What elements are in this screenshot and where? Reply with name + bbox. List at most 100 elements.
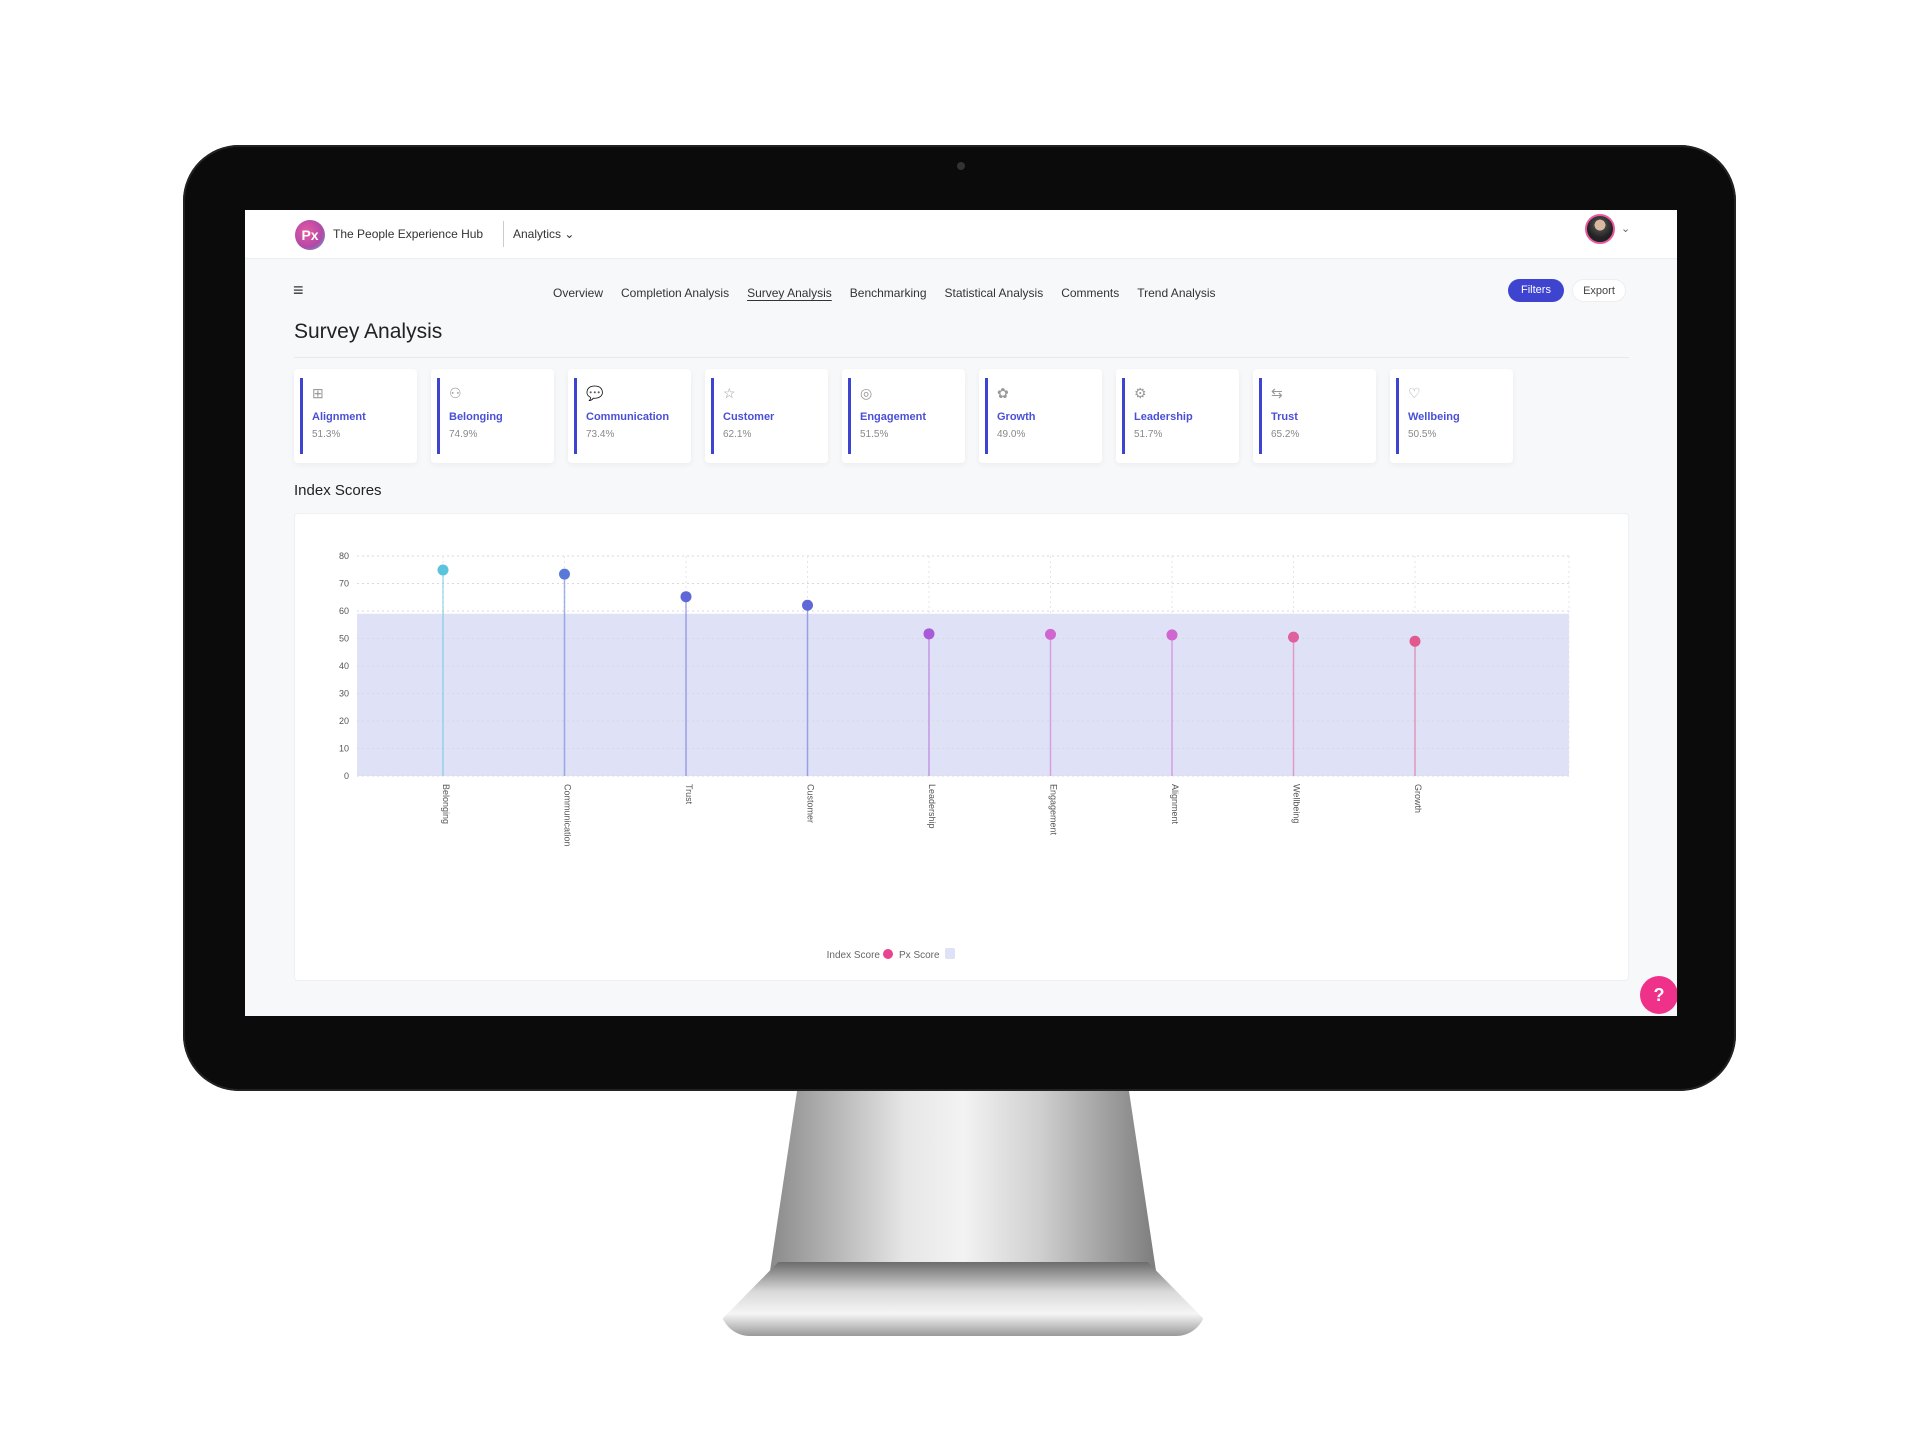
card-name: Trust: [1271, 411, 1298, 423]
card-accent: [711, 378, 714, 454]
legend-px-score: Px Score: [899, 950, 940, 961]
analytics-label: Analytics: [513, 227, 562, 241]
index-card-belonging[interactable]: ⚇ Belonging 74.9%: [431, 369, 554, 463]
card-name: Communication: [586, 411, 670, 423]
trust-icon: ⇆: [1271, 385, 1283, 401]
brand-name: The People Experience Hub: [333, 227, 484, 241]
legend-index-score: Index Score: [827, 950, 881, 961]
tab-statistical-analysis[interactable]: Statistical Analysis: [945, 286, 1044, 300]
card-name: Customer: [723, 411, 775, 423]
card-name: Leadership: [1134, 411, 1193, 423]
data-point: [1045, 628, 1056, 640]
card-accent: [848, 378, 851, 454]
y-tick-label: 80: [339, 551, 349, 561]
communication-icon: 💬: [586, 385, 604, 401]
tab-completion-analysis[interactable]: Completion Analysis: [621, 286, 729, 300]
app-screen: Px The People Experience Hub Analytics ⌄…: [245, 210, 1677, 1016]
tab-overview[interactable]: Overview: [553, 286, 603, 300]
hamburger-icon[interactable]: ≡: [293, 280, 304, 301]
monitor-base: [720, 1262, 1206, 1336]
card-value: 65.2%: [1271, 429, 1300, 440]
card-value: 49.0%: [997, 429, 1026, 440]
top-bar: Px The People Experience Hub Analytics ⌄…: [245, 210, 1677, 259]
card-value: 50.5%: [1408, 429, 1437, 440]
legend-px-score-swatch: [945, 948, 955, 959]
x-tick-label: Alignment: [1170, 784, 1180, 825]
card-name: Engagement: [860, 411, 927, 423]
y-tick-label: 50: [339, 634, 349, 644]
card-value: 62.1%: [723, 429, 752, 440]
card-value: 73.4%: [586, 429, 615, 440]
data-point: [1288, 631, 1299, 643]
monitor-stand: [770, 1091, 1156, 1271]
legend-index-score-swatch: [883, 949, 893, 959]
x-tick-label: Leadership: [927, 784, 937, 829]
card-accent: [574, 378, 577, 454]
section-title: Index Scores: [294, 482, 382, 499]
y-tick-label: 10: [339, 744, 349, 754]
card-accent: [300, 378, 303, 454]
x-tick-label: Communication: [563, 784, 573, 847]
data-point: [437, 564, 449, 576]
index-card-customer[interactable]: ☆ Customer 62.1%: [705, 369, 828, 463]
card-value: 74.9%: [449, 429, 478, 440]
export-button[interactable]: Export: [1572, 279, 1626, 302]
index-cards: ⊞ Alignment 51.3% ⚇ Belonging 74.9% 💬 Communica…: [294, 369, 1513, 463]
index-card-leadership[interactable]: ⚙ Leadership 51.7%: [1116, 369, 1239, 463]
chevron-down-icon: ⌄: [564, 227, 575, 241]
index-card-communication[interactable]: 💬 Communication 73.4%: [568, 369, 691, 463]
x-tick-label: Customer: [806, 784, 816, 823]
analytics-dropdown[interactable]: Analytics ⌄: [513, 227, 574, 241]
wellbeing-icon: ♡: [1408, 385, 1421, 401]
tab-comments[interactable]: Comments: [1061, 286, 1119, 300]
y-tick-label: 60: [339, 606, 349, 616]
card-value: 51.3%: [312, 429, 341, 440]
data-point: [680, 591, 692, 603]
tab-trend-analysis[interactable]: Trend Analysis: [1137, 286, 1215, 300]
x-tick-label: Growth: [1413, 784, 1423, 813]
card-accent: [1396, 378, 1399, 454]
logo[interactable]: Px: [295, 220, 325, 250]
card-name: Belonging: [449, 411, 503, 423]
index-card-alignment[interactable]: ⊞ Alignment 51.3%: [294, 369, 417, 463]
help-button[interactable]: ?: [1640, 976, 1677, 1014]
page-title: Survey Analysis: [294, 320, 443, 343]
divider: [294, 357, 1629, 358]
avatar[interactable]: [1585, 214, 1615, 244]
alignment-icon: ⊞: [312, 385, 324, 401]
chevron-down-icon[interactable]: ⌄: [1621, 222, 1630, 235]
growth-icon: ✿: [997, 385, 1009, 401]
y-tick-label: 40: [339, 661, 349, 671]
x-tick-label: Belonging: [441, 784, 451, 824]
x-tick-label: Engagement: [1049, 784, 1059, 836]
data-point: [1166, 629, 1178, 641]
divider: [503, 221, 504, 247]
data-point: [559, 568, 570, 580]
x-tick-label: Wellbeing: [1292, 784, 1302, 823]
card-value: 51.5%: [860, 429, 889, 440]
chart-panel: 0 10 20 30 40 50 60 70 80 Belonging Communication T…: [294, 513, 1629, 981]
tab-benchmarking[interactable]: Benchmarking: [850, 286, 927, 300]
index-card-engagement[interactable]: ◎ Engagement 51.5%: [842, 369, 965, 463]
engagement-icon: ◎: [860, 385, 873, 401]
card-name: Wellbeing: [1408, 411, 1460, 423]
filters-button[interactable]: Filters: [1508, 279, 1564, 302]
y-tick-label: 30: [339, 689, 349, 699]
card-value: 51.7%: [1134, 429, 1163, 440]
y-tick-label: 0: [344, 771, 349, 781]
y-tick-label: 70: [339, 579, 349, 589]
data-point: [923, 628, 935, 640]
leadership-icon: ⚙: [1134, 385, 1147, 401]
card-accent: [1259, 378, 1262, 454]
card-name: Alignment: [312, 411, 366, 423]
customer-icon: ☆: [723, 385, 736, 401]
index-card-wellbeing[interactable]: ♡ Wellbeing 50.5%: [1390, 369, 1513, 463]
x-tick-label: Trust: [684, 784, 694, 805]
index-scores-chart: 0 10 20 30 40 50 60 70 80 Belonging Communication T…: [339, 551, 1570, 961]
tab-survey-analysis[interactable]: Survey Analysis: [747, 286, 832, 300]
index-card-trust[interactable]: ⇆ Trust 65.2%: [1253, 369, 1376, 463]
index-card-growth[interactable]: ✿ Growth 49.0%: [979, 369, 1102, 463]
card-accent: [985, 378, 988, 454]
data-point: [802, 599, 813, 611]
data-point: [1409, 635, 1421, 647]
